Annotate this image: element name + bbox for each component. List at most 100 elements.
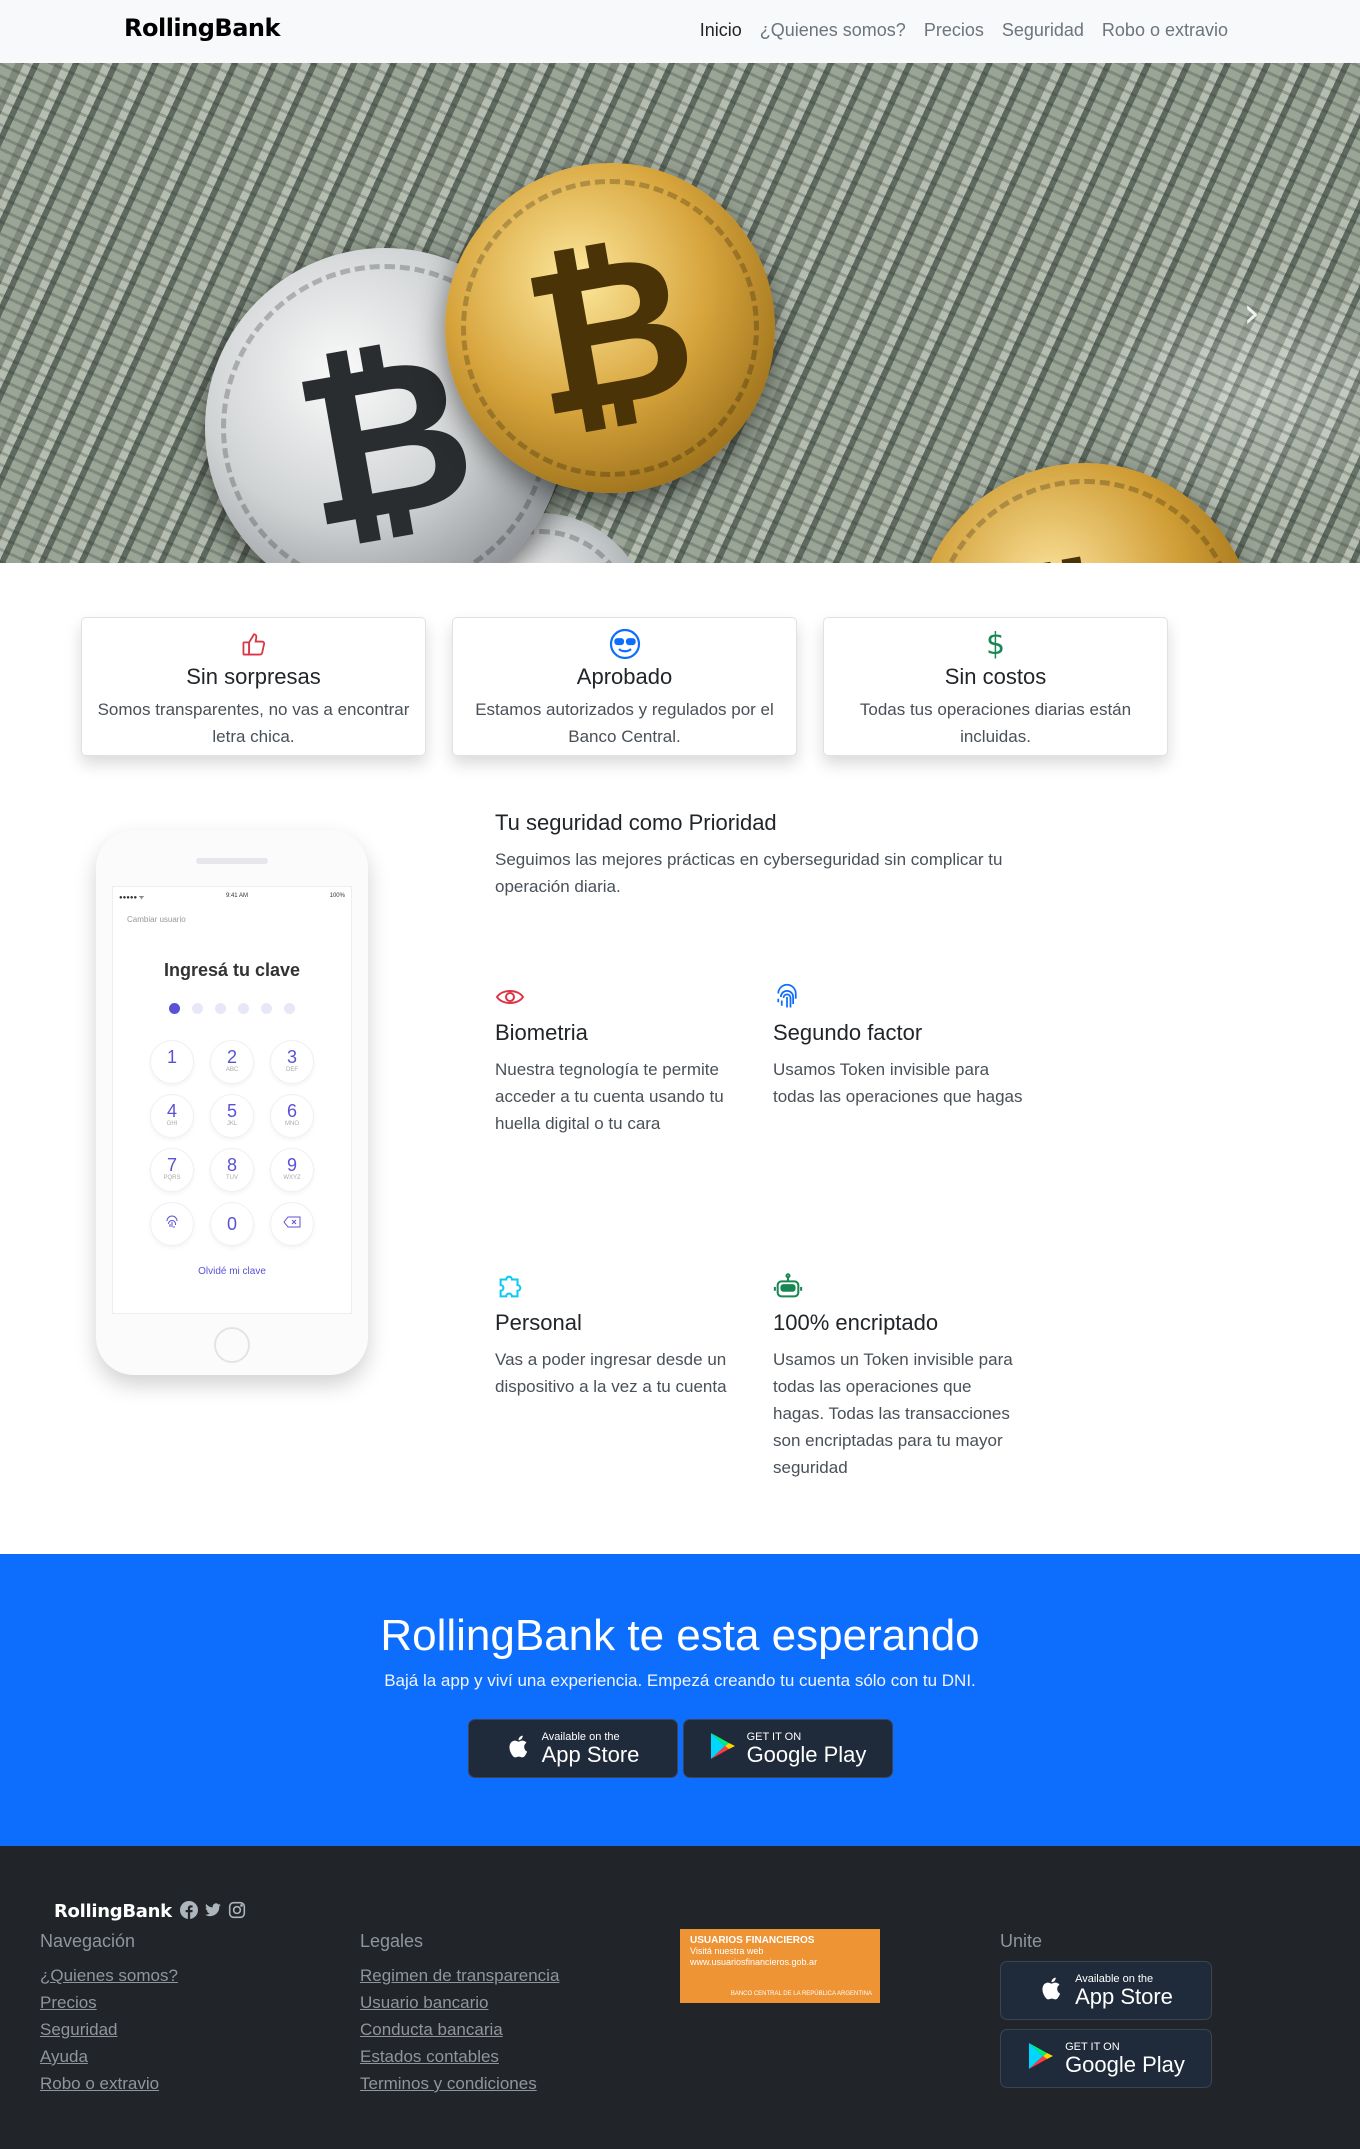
phone-status-bar: ●●●●● ᯤ 9:41 AM 100% [119, 893, 345, 901]
feature-text: Estamos autorizados y regulados por el B… [475, 700, 774, 746]
bcra-logo: BANCO CENTRAL DE LA REPÚBLICA ARGENTINA [730, 1991, 872, 1997]
fingerprint-icon [773, 980, 1023, 1014]
forgot-pin-link: Olvidé mi clave [198, 1266, 266, 1277]
footer-column-title: Legales [360, 1931, 424, 1951]
keypad-key: 5 JKL [210, 1094, 254, 1138]
security-title: Tu seguridad como Prioridad [495, 810, 777, 835]
pin-keypad: 1 2 ABC 3 DEF 4 GHI 5 JKL 6 MNO 7 PQRS 8 TUV 9W… [113, 1040, 351, 1246]
sunglasses-emoji-icon [453, 626, 796, 662]
thumbs-up-icon [82, 626, 425, 662]
feature-card-sin-sorpresas: Sin sorpresas Somos transparentes, no va… [81, 617, 426, 756]
feature-text: Todas tus operaciones diarias están incl… [859, 700, 1132, 746]
cta-title: RollingBank te esta esperando [380, 1611, 980, 1660]
google-play-icon [709, 1731, 737, 1766]
security-feature-encriptado: 100% encriptado Usamos un Token invisibl… [773, 1270, 1023, 1481]
phone-speaker [196, 858, 268, 864]
feature-text: Usamos un Token invisible para todas las… [773, 1350, 1013, 1477]
store-badges: Available on the App Store GET IT ON Googl… [0, 1719, 1360, 1778]
eye-icon [495, 980, 745, 1014]
footer-unite-column: Unite [1000, 1931, 1042, 1952]
footer-app-store-badge[interactable]: Available on the App Store [1000, 1961, 1212, 2020]
footer: RollingBank Navegación ¿Quienes somos? P… [0, 1846, 1360, 2149]
feature-title: Biometria [495, 1020, 588, 1045]
feature-text: Somos transparentes, no vas a encontrar … [97, 700, 410, 746]
usuarios-financieros-banner[interactable]: USUARIOS FINANCIEROS Visitá nuestra web … [680, 1929, 880, 2003]
navbar: RollingBank Inicio ¿Quienes somos? Preci… [0, 0, 1360, 63]
security-subtitle: Seguimos las mejores prácticas en cybers… [495, 850, 1003, 896]
keypad-key: 4 GHI [150, 1094, 194, 1138]
nav-link-quienes-somos[interactable]: ¿Quienes somos? [760, 20, 906, 41]
keypad-key: 7 PQRS [150, 1148, 194, 1192]
social-links [180, 1901, 246, 1924]
phone-screen: ●●●●● ᯤ 9:41 AM 100% Cambiar usuario Ing… [112, 886, 352, 1314]
footer-link-usuario-bancario[interactable]: Usuario bancario [360, 1993, 489, 2012]
keypad-key: 2 ABC [210, 1040, 254, 1084]
footer-column-title: Navegación [40, 1931, 136, 1951]
dollar-icon: $ [985, 626, 1006, 662]
keypad-key: 3 DEF [270, 1040, 314, 1084]
feature-title: 100% encriptado [773, 1310, 939, 1335]
feature-title: Segundo factor [773, 1020, 923, 1045]
keypad-key: 8 TUV [210, 1148, 254, 1192]
security-feature-biometria: Biometria Nuestra tegnología te permite … [495, 980, 745, 1137]
brand-logo[interactable]: RollingBank [124, 14, 280, 42]
security-feature-personal: Personal Vas a poder ingresar desde un d… [495, 1270, 745, 1400]
app-store-badge[interactable]: Available on the App Store [467, 1719, 678, 1778]
footer-legal-column: Legales Regimen de transparencia Usuario… [360, 1931, 559, 2097]
switch-user-link: Cambiar usuario [127, 915, 186, 924]
feature-card-sin-costos: $ Sin costos Todas tus operaciones diari… [823, 617, 1168, 756]
instagram-icon[interactable] [228, 1901, 246, 1924]
puzzle-icon [495, 1270, 745, 1304]
footer-link-robo-extravio[interactable]: Robo o extravio [40, 2074, 159, 2093]
apple-icon [506, 1731, 532, 1766]
google-play-icon [1027, 2041, 1055, 2076]
pin-dots [113, 1003, 351, 1014]
footer-link-precios[interactable]: Precios [40, 1993, 97, 2012]
footer-link-terminos-condiciones[interactable]: Terminos y condiciones [360, 2074, 537, 2093]
pin-title: Ingresá tu clave [163, 960, 301, 980]
apple-icon [1039, 1973, 1065, 2008]
footer-link-ayuda[interactable]: Ayuda [40, 2047, 88, 2066]
feature-text: Usamos Token invisible para todas las op… [773, 1060, 1023, 1106]
download-cta-section: RollingBank te esta esperando Bajá la ap… [0, 1554, 1360, 1846]
hero-carousel: ₿ ₿ ₿ › [0, 63, 1360, 563]
facebook-icon[interactable] [180, 1901, 198, 1924]
footer-navigation-column: Navegación ¿Quienes somos? Precios Segur… [40, 1931, 178, 2097]
bitcoin-coin-image: ₿ [445, 163, 775, 493]
backspace-key-icon [270, 1202, 314, 1246]
bitcoin-coin-image: ₿ [915, 463, 1255, 563]
footer-google-play-badge[interactable]: GET IT ON Google Play [1000, 2029, 1212, 2088]
footer-link-estados-contables[interactable]: Estados contables [360, 2047, 499, 2066]
phone-home-button [214, 1327, 250, 1363]
footer-store-badges: Available on the App Store GET IT ON Googl… [1000, 1961, 1212, 2097]
google-play-badge[interactable]: GET IT ON Google Play [682, 1719, 893, 1778]
keypad-key: 6 MNO [270, 1094, 314, 1138]
footer-link-regimen-transparencia[interactable]: Regimen de transparencia [360, 1966, 559, 1985]
carousel-next-icon[interactable]: › [1243, 288, 1260, 337]
footer-column-title: Unite [1000, 1931, 1043, 1951]
security-feature-segundo-factor: Segundo factor Usamos Token invisible pa… [773, 980, 1023, 1110]
feature-text: Vas a poder ingresar desde un dispositiv… [495, 1350, 727, 1396]
nav-link-precios[interactable]: Precios [924, 20, 984, 41]
nav-link-seguridad[interactable]: Seguridad [1002, 20, 1084, 41]
keypad-key-zero: 0 [210, 1202, 254, 1246]
twitter-icon[interactable] [204, 1901, 222, 1924]
nav-link-inicio[interactable]: Inicio [700, 20, 742, 41]
nav-link-robo-extravio[interactable]: Robo o extravio [1102, 20, 1228, 41]
feature-card-aprobado: Aprobado Estamos autorizados y regulados… [452, 617, 797, 756]
robot-icon [773, 1270, 1023, 1304]
keypad-key: 1 [150, 1040, 194, 1084]
phone-mockup-image: ●●●●● ᯤ 9:41 AM 100% Cambiar usuario Ing… [96, 830, 368, 1375]
footer-link-seguridad[interactable]: Seguridad [40, 2020, 118, 2039]
footer-brand-logo[interactable]: RollingBank [54, 1901, 172, 1922]
feature-text: Nuestra tegnología te permite acceder a … [495, 1060, 724, 1133]
nav-links: Inicio ¿Quienes somos? Precios Seguridad… [700, 20, 1228, 41]
cta-subtitle: Bajá la app y viví una experiencia. Empe… [384, 1671, 976, 1690]
keypad-key: 9 WXYZ [270, 1148, 314, 1192]
feature-title: Aprobado [576, 664, 673, 689]
footer-link-quienes-somos[interactable]: ¿Quienes somos? [40, 1966, 178, 1985]
fingerprint-key-icon [150, 1202, 194, 1246]
footer-link-conducta-bancaria[interactable]: Conducta bancaria [360, 2020, 503, 2039]
feature-title: Sin costos [944, 664, 1047, 689]
feature-title: Sin sorpresas [186, 664, 321, 689]
